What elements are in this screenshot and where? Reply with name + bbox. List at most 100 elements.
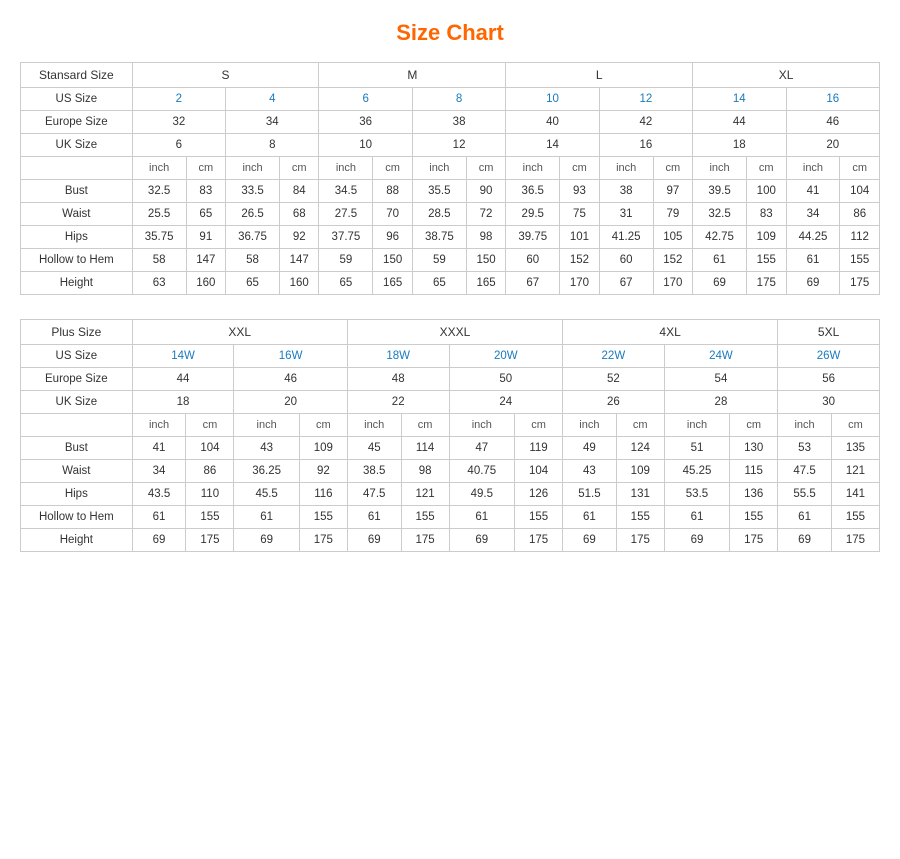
- standard-label: Stansard Size: [21, 63, 133, 88]
- std-height-val-7: 165: [466, 272, 505, 295]
- plus-inch-2: inch: [234, 414, 300, 437]
- std-height-val-8: 67: [506, 272, 560, 295]
- std-inch-7: inch: [693, 157, 747, 180]
- size-l-header: L: [506, 63, 693, 88]
- std-waist-val-5: 70: [373, 203, 412, 226]
- std-height-val-10: 67: [599, 272, 653, 295]
- plus-uk-26: 26: [563, 391, 665, 414]
- us-size-12: 12: [599, 88, 692, 111]
- plus-height-val-9: 175: [616, 529, 664, 552]
- plus-bust-val-4: 45: [347, 437, 401, 460]
- standard-size-section: Stansard Size S M L XL US Size 2 4 6 8 1…: [20, 62, 880, 295]
- plus-uk-28: 28: [664, 391, 777, 414]
- plus-hips-val-0: 43.5: [132, 483, 186, 506]
- std-height-val-13: 175: [747, 272, 786, 295]
- plus-uk-18: 18: [132, 391, 234, 414]
- eu-size-38: 38: [412, 111, 505, 134]
- plus-inch-3: inch: [347, 414, 401, 437]
- plus-hips-val-6: 49.5: [449, 483, 515, 506]
- page-title: Size Chart: [20, 20, 880, 46]
- eu-size-34: 34: [226, 111, 319, 134]
- std-cm-1: cm: [186, 157, 225, 180]
- std-hollow-to-hem-val-4: 59: [319, 249, 373, 272]
- plus-bust-val-13: 135: [831, 437, 879, 460]
- plus-eu-50: 50: [449, 368, 562, 391]
- std-bust-val-0: 32.5: [132, 180, 186, 203]
- plus-waist-label: Waist: [21, 460, 133, 483]
- us-size-label: US Size: [21, 88, 133, 111]
- std-cm-6: cm: [653, 157, 692, 180]
- std-bust-val-15: 104: [840, 180, 880, 203]
- std-bust-val-8: 36.5: [506, 180, 560, 203]
- plus-hollow-to-hem-val-6: 61: [449, 506, 515, 529]
- uk-size-14: 14: [506, 134, 599, 157]
- plus-us-14w: 14W: [132, 345, 234, 368]
- std-cm-3: cm: [373, 157, 412, 180]
- std-hollow-to-hem-val-0: 58: [132, 249, 186, 272]
- std-bust-val-7: 90: [466, 180, 505, 203]
- std-hips-val-5: 96: [373, 226, 412, 249]
- plus-height-val-1: 175: [186, 529, 234, 552]
- plus-hips-val-10: 53.5: [664, 483, 730, 506]
- plus-hollow-to-hem-val-8: 61: [563, 506, 617, 529]
- std-hips-val-9: 101: [560, 226, 599, 249]
- std-hollow-to-hem-val-10: 60: [599, 249, 653, 272]
- eu-size-32: 32: [132, 111, 225, 134]
- us-size-6: 6: [319, 88, 412, 111]
- std-bust-val-3: 84: [280, 180, 319, 203]
- std-inch-5: inch: [506, 157, 560, 180]
- plus-waist-val-0: 34: [132, 460, 186, 483]
- std-hollow-to-hem-val-1: 147: [186, 249, 225, 272]
- plus-hollow-to-hem-val-5: 155: [401, 506, 449, 529]
- std-bust-val-9: 93: [560, 180, 599, 203]
- std-cm-2: cm: [280, 157, 319, 180]
- plus-inch-1: inch: [132, 414, 186, 437]
- size-xl-header: XL: [693, 63, 880, 88]
- plus-waist-val-1: 86: [186, 460, 234, 483]
- size-xxl-header: XXL: [132, 320, 347, 345]
- eu-size-40: 40: [506, 111, 599, 134]
- plus-cm-5: cm: [616, 414, 664, 437]
- plus-eu-size-label: Europe Size: [21, 368, 133, 391]
- std-height-val-0: 63: [132, 272, 186, 295]
- plus-waist-val-6: 40.75: [449, 460, 515, 483]
- std-hips-val-14: 44.25: [786, 226, 840, 249]
- std-bust-val-13: 100: [747, 180, 786, 203]
- plus-height-val-8: 69: [563, 529, 617, 552]
- std-hips-val-11: 105: [653, 226, 692, 249]
- plus-hips-val-7: 126: [515, 483, 563, 506]
- std-hollow-to-hem-val-9: 152: [560, 249, 599, 272]
- plus-height-val-7: 175: [515, 529, 563, 552]
- std-cm-8: cm: [840, 157, 880, 180]
- plus-bust-val-7: 119: [515, 437, 563, 460]
- plus-hips-val-8: 51.5: [563, 483, 617, 506]
- us-size-8: 8: [412, 88, 505, 111]
- plus-waist-val-8: 43: [563, 460, 617, 483]
- plus-height-val-13: 175: [831, 529, 879, 552]
- plus-us-24w: 24W: [664, 345, 777, 368]
- std-hips-label: Hips: [21, 226, 133, 249]
- plus-hips-val-13: 141: [831, 483, 879, 506]
- plus-height-val-11: 175: [730, 529, 778, 552]
- std-inch-8: inch: [786, 157, 840, 180]
- plus-hollow-to-hem-val-13: 155: [831, 506, 879, 529]
- plus-hollow-to-hem-val-9: 155: [616, 506, 664, 529]
- plus-height-val-2: 69: [234, 529, 300, 552]
- plus-height-val-5: 175: [401, 529, 449, 552]
- std-height-val-6: 65: [412, 272, 466, 295]
- plus-eu-54: 54: [664, 368, 777, 391]
- std-hollow-to-hem-val-7: 150: [466, 249, 505, 272]
- plus-inch-4: inch: [449, 414, 515, 437]
- plus-inch-5: inch: [563, 414, 617, 437]
- std-height-val-3: 160: [280, 272, 319, 295]
- std-waist-val-11: 79: [653, 203, 692, 226]
- std-height-val-14: 69: [786, 272, 840, 295]
- std-hollow-to-hem-val-6: 59: [412, 249, 466, 272]
- std-waist-val-7: 72: [466, 203, 505, 226]
- plus-height-val-10: 69: [664, 529, 730, 552]
- size-5xl-header: 5XL: [778, 320, 880, 345]
- size-s-header: S: [132, 63, 319, 88]
- us-size-14: 14: [693, 88, 786, 111]
- plus-cm-6: cm: [730, 414, 778, 437]
- plus-eu-46: 46: [234, 368, 347, 391]
